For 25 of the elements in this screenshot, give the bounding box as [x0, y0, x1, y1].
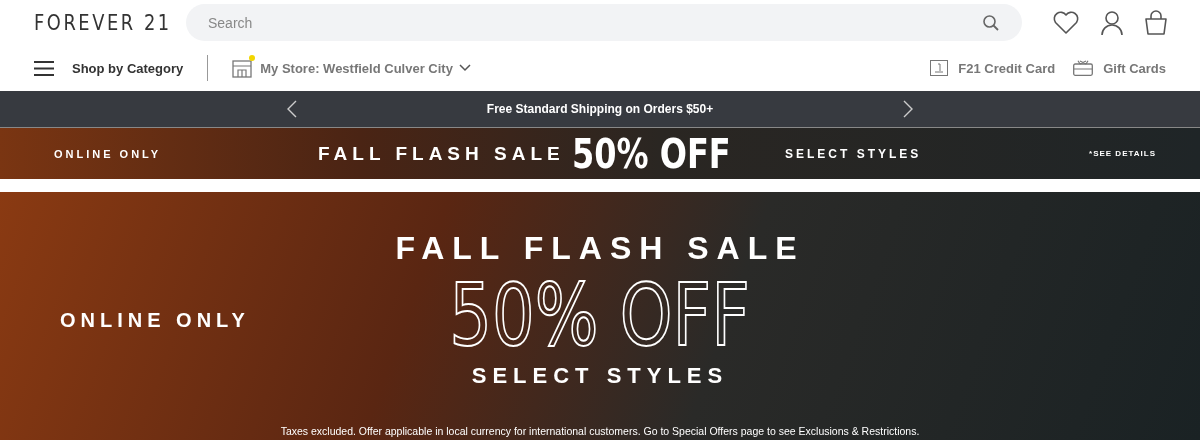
promo-discount: 50% OFF [572, 130, 732, 177]
hero-title: FALL FLASH SALE [395, 230, 805, 267]
chevron-down-icon[interactable] [458, 64, 471, 72]
hero-banner[interactable]: ONLINE ONLY FALL FLASH SALE 50% OFF SELECT STYLES Taxes excluded. Offer applicable in local currency for international customers. Go to Special Offers page to see Exclusions & Restrictions. [0, 192, 1200, 440]
hero-label: ONLINE ONLY [60, 308, 250, 332]
nav-link[interactable]: Gift Cards [1103, 60, 1166, 76]
gift-card-icon [1073, 60, 1094, 76]
hero-subtitle: SELECT STYLES [471, 363, 729, 389]
nav-link[interactable]: F21 Credit Card [958, 60, 1056, 76]
shopping-bag-icon[interactable] [1144, 9, 1168, 36]
see-details-link[interactable]: *SEE DETAILS [1089, 149, 1156, 158]
search-icon[interactable] [982, 14, 1000, 32]
shipping-message: Free Standard Shipping on Orders $50+ [486, 102, 714, 116]
heart-icon[interactable] [1052, 10, 1080, 35]
store-selector[interactable]: My Store: Westfield Culver City [260, 60, 453, 76]
promo-label: ONLINE ONLY [54, 147, 163, 160]
promo-subtitle: SELECT STYLES [785, 146, 923, 161]
credit-card-icon [930, 60, 949, 76]
account-icon[interactable] [1100, 9, 1124, 36]
hero-discount: 50% OFF [449, 267, 751, 363]
promo-title: FALL FLASH SALE [318, 142, 566, 165]
menu-icon[interactable] [34, 60, 54, 76]
shop-by-category-link[interactable]: Shop by Category [72, 60, 184, 76]
search-field[interactable]: Search [186, 4, 1022, 41]
hero-disclaimer: Taxes excluded. Offer applicable in local currency for international customers. Go to Special Offers page to see Exclusions & Restrictions. [279, 425, 921, 437]
